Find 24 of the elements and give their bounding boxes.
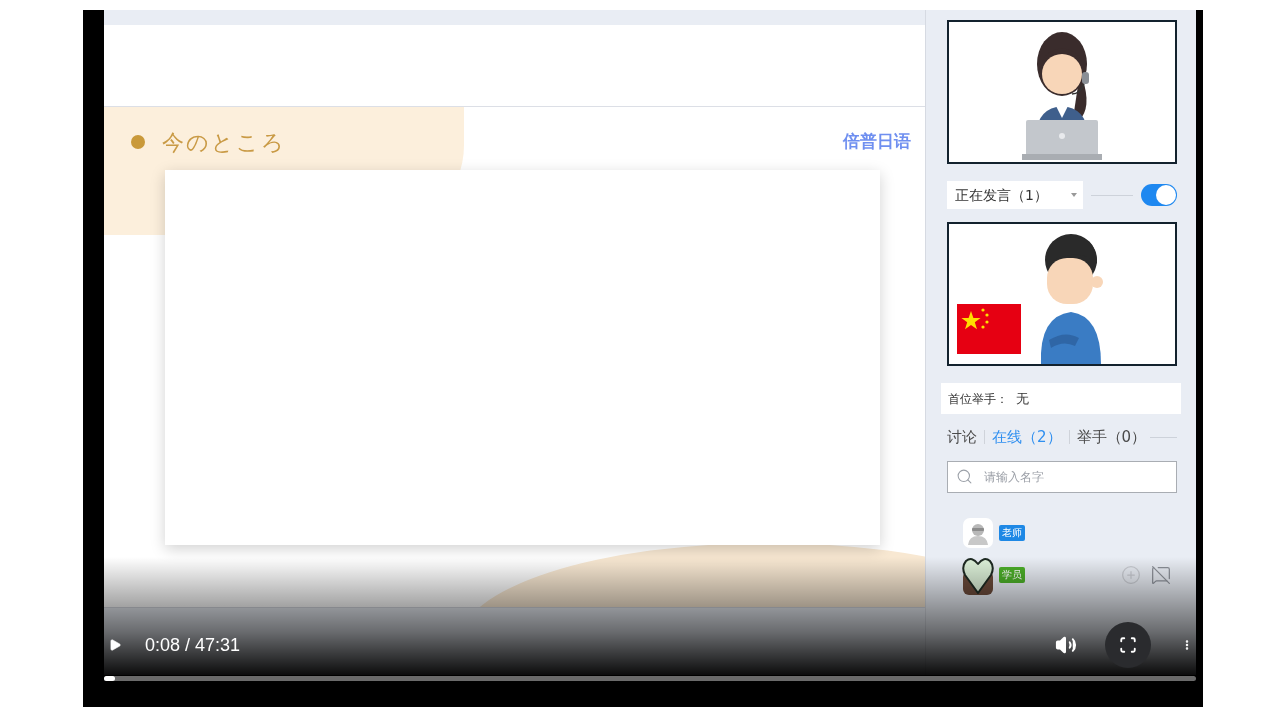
- role-badge: 老师: [999, 525, 1025, 541]
- raised-hand-label: 首位举手：: [948, 390, 1008, 408]
- logo-text: 倍普日语: [843, 130, 911, 154]
- slide-title: 今のところ: [162, 128, 286, 157]
- progress-track[interactable]: [104, 676, 1196, 681]
- volume-icon: [1055, 634, 1077, 656]
- heart-avatar-icon: [961, 555, 995, 595]
- caret-icon: [1071, 193, 1077, 197]
- search-field[interactable]: 请输入名字: [947, 461, 1177, 493]
- toggle-switch[interactable]: [1141, 184, 1177, 206]
- volume-button[interactable]: [1055, 634, 1077, 656]
- role-badge: 学员: [999, 567, 1025, 583]
- panel-tab[interactable]: 举手（0）: [1076, 425, 1147, 449]
- fullscreen-icon: [1119, 636, 1137, 654]
- panel-tab[interactable]: 讨论: [947, 425, 977, 449]
- raised-hand-value: 无: [1016, 389, 1029, 408]
- chat-off-icon[interactable]: [1151, 565, 1171, 585]
- flag-icon: [957, 304, 1021, 354]
- time-display: 0:08 / 47:31: [145, 633, 241, 657]
- play-button[interactable]: [108, 636, 122, 654]
- avatar-icon: [963, 518, 993, 548]
- play-icon: [108, 636, 122, 654]
- search-icon: [956, 468, 973, 485]
- speaking-dropdown[interactable]: 正在发言（1）: [947, 181, 1083, 209]
